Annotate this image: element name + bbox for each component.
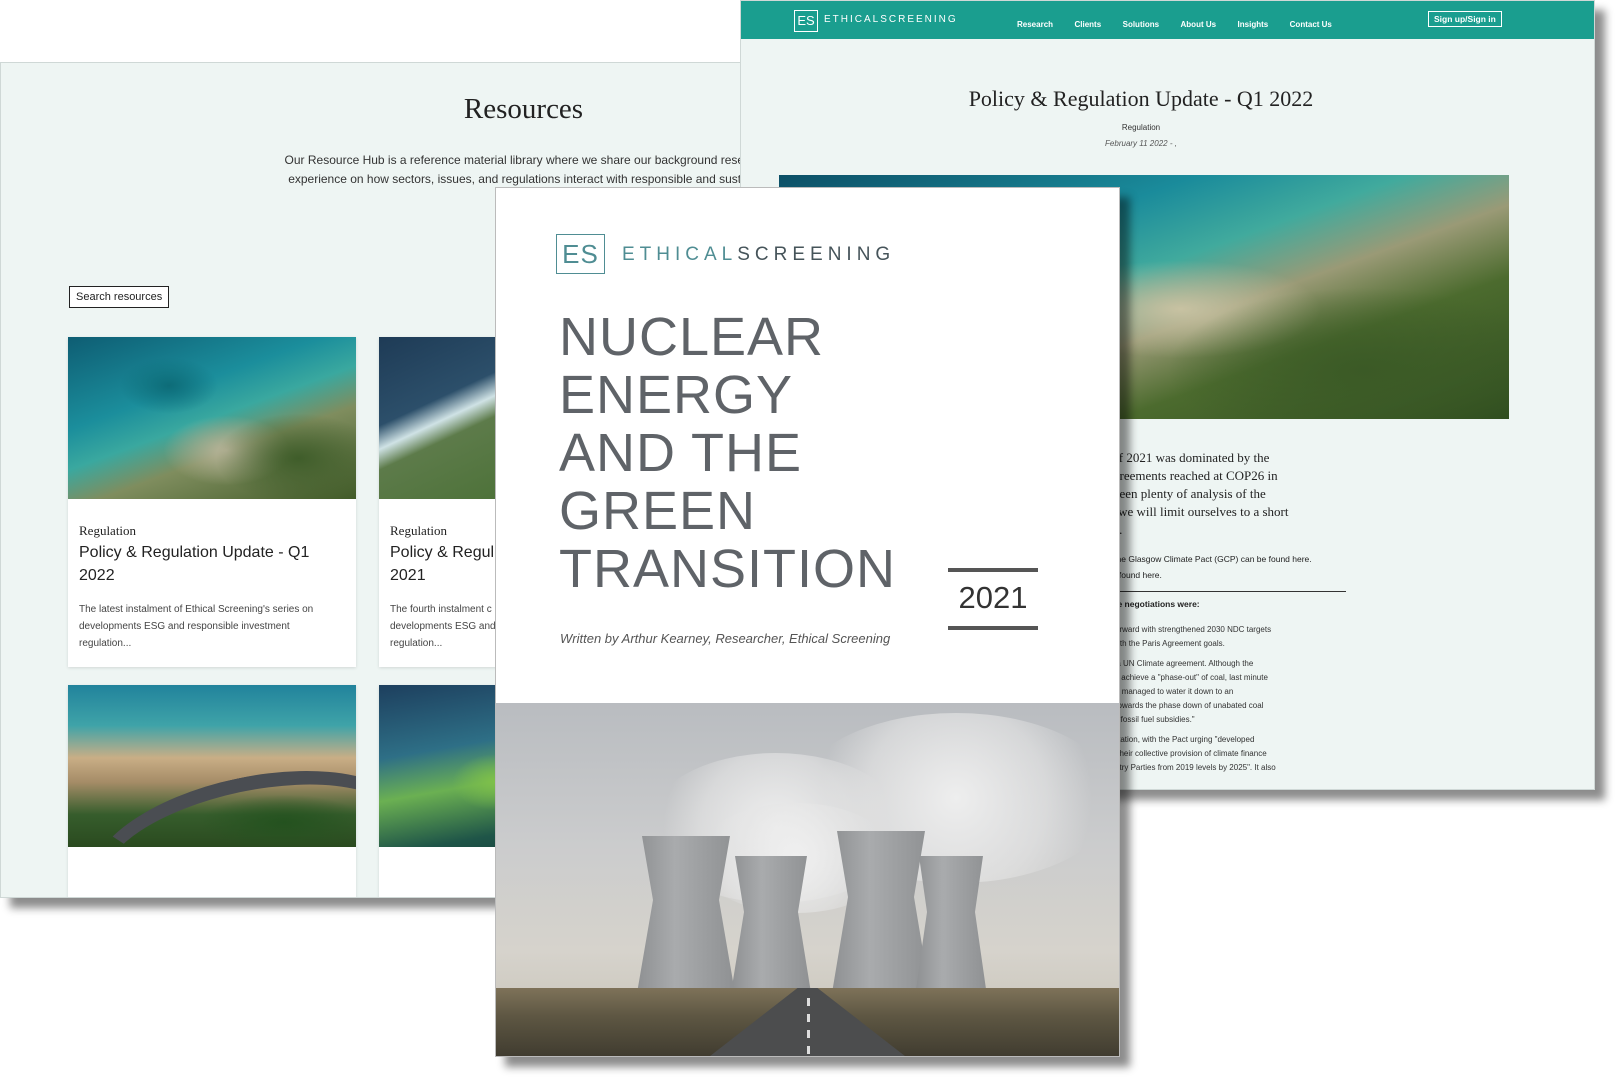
card-image (68, 685, 356, 847)
road-shape (76, 744, 356, 847)
sign-in-button[interactable]: Sign up/Sign in (1428, 11, 1502, 27)
article-links: ext of the Glasgow Climate Pact (GCP) ca… (1091, 551, 1312, 583)
report-cover: ES ETHICALSCREENING NUCLEAR ENERGY AND T… (495, 187, 1120, 1057)
second-link-line[interactable]: can be found here. (1091, 567, 1312, 583)
top-nav: ES ETHICALSCREENING Research Clients Sol… (741, 1, 1594, 39)
resource-card[interactable] (68, 685, 356, 897)
cover-year: 2021 (958, 580, 1028, 615)
card-title[interactable]: Policy & Regulation Update - Q1 2022 (79, 541, 339, 587)
cover-logo-mark: ES (556, 234, 605, 274)
card-category: Regulation (79, 523, 137, 538)
nav-logo-mark[interactable]: ES (794, 10, 818, 32)
nav-links: Research Clients Solutions About Us Insi… (1017, 14, 1349, 32)
card-category: Regulation (390, 523, 448, 538)
article-category[interactable]: Regulation (741, 123, 1541, 132)
year-rule-bottom (948, 626, 1038, 630)
card-description: The latest instalment of Ethical Screeni… (79, 604, 314, 649)
article-body: rter of 2021 was dominated by the nd agr… (1091, 450, 1289, 537)
card-title[interactable]: Policy & Regul 2021 (390, 541, 500, 587)
resources-title: Resources (463, 93, 584, 125)
nav-link-research[interactable]: Research (1017, 20, 1053, 29)
cover-title: NUCLEAR ENERGY AND THE GREEN TRANSITION (559, 307, 897, 599)
cover-author: Written by Arthur Kearney, Researcher, E… (560, 631, 891, 646)
year-rule-top (948, 568, 1038, 572)
gcp-link-line[interactable]: ext of the Glasgow Climate Pact (GCP) ca… (1091, 551, 1312, 567)
card-image (68, 337, 356, 499)
article-title: Policy & Regulation Update - Q1 2022 (968, 86, 1314, 111)
nav-link-clients[interactable]: Clients (1074, 20, 1101, 29)
divider (1091, 591, 1346, 592)
nav-link-insights[interactable]: Insights (1238, 20, 1269, 29)
article-date: February 11 2022 - , (1105, 139, 1177, 148)
nav-link-about-us[interactable]: About Us (1181, 20, 1217, 29)
cooling-towers-photo (496, 703, 1119, 1056)
nav-link-solutions[interactable]: Solutions (1123, 20, 1159, 29)
nav-logo-text[interactable]: ETHICALSCREENING (824, 14, 958, 25)
search-resources-button[interactable]: Search resources (69, 286, 170, 308)
nav-link-contact-us[interactable]: Contact Us (1290, 20, 1332, 29)
resource-card[interactable]: Regulation Policy & Regulation Update - … (68, 337, 356, 667)
cover-logo-text: ETHICALSCREENING (622, 244, 896, 265)
